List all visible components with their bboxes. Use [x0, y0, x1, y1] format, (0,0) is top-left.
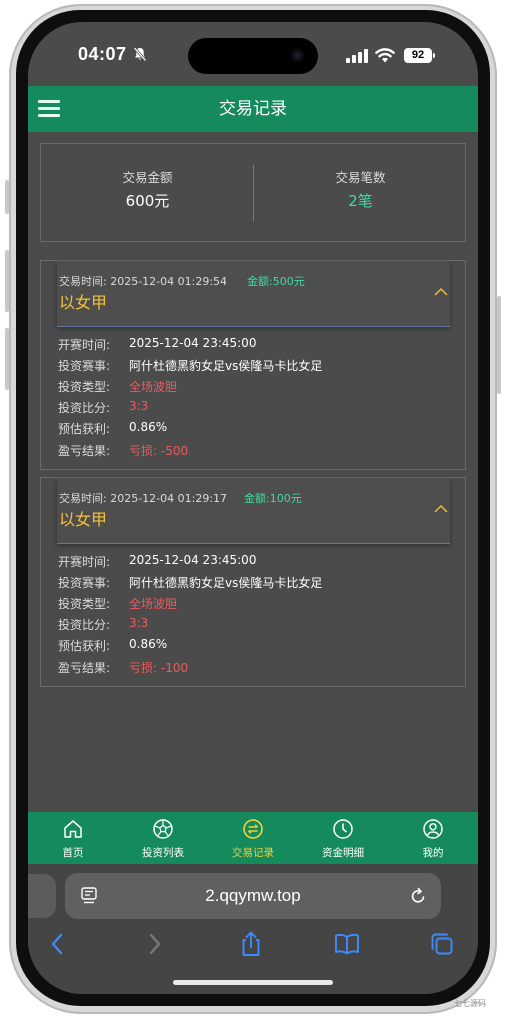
tab-funds[interactable]: 资金明细 — [298, 812, 388, 864]
reload-icon[interactable] — [408, 886, 428, 906]
watermark: 七七源码 — [454, 999, 486, 1008]
tab-label: 投资列表 — [142, 847, 184, 859]
tab-profile[interactable]: 我的 — [388, 812, 478, 864]
row-key: 开赛时间: — [58, 338, 111, 352]
row-key: 预估获利: — [58, 422, 111, 436]
camera-icon — [291, 49, 304, 62]
volume-up-button — [5, 250, 9, 312]
forward-icon[interactable] — [140, 930, 168, 958]
bookmarks-icon[interactable] — [333, 930, 361, 958]
row-value: 3:3 — [129, 616, 149, 630]
chevron-up-icon[interactable] — [434, 504, 448, 514]
row-value: 阿什杜德黑豹女足vs侯隆马卡比女足 — [129, 359, 323, 373]
count-summary: 交易笔数 2笔 — [254, 144, 467, 241]
power-button — [497, 296, 501, 394]
share-icon[interactable] — [237, 930, 265, 958]
record-time: 交易时间: 2025-12-04 01:29:54 — [59, 275, 228, 288]
browser-toolbar: 2.qqymw.top — [28, 864, 478, 994]
row-value: 2025-12-04 23:45:00 — [129, 336, 257, 350]
bell-muted-icon — [133, 47, 147, 62]
status-time: 04:07 — [78, 44, 127, 64]
row-key: 投资比分: — [58, 618, 111, 632]
row-key: 开赛时间: — [58, 555, 111, 569]
row-key: 投资类型: — [58, 597, 111, 611]
row-value: 2025-12-04 23:45:00 — [129, 553, 257, 567]
tab-home[interactable]: 首页 — [28, 812, 118, 864]
amount-summary: 交易金额 600元 — [41, 144, 254, 241]
row-key: 预估获利: — [58, 639, 111, 653]
row-key: 投资赛事: — [58, 576, 111, 590]
row-value: 全场波胆 — [129, 597, 178, 611]
home-icon — [64, 820, 82, 838]
page-title: 交易记录 — [219, 99, 287, 119]
status-bar: 04:07 92 — [28, 22, 478, 86]
url-text: 2.qqymw.top — [205, 886, 301, 905]
row-value: 亏损: -500 — [129, 444, 189, 458]
record-time: 交易时间: 2025-12-04 01:29:17 — [59, 492, 228, 505]
row-key: 盈亏结果: — [58, 444, 111, 458]
record-card: 交易时间: 2025-12-04 01:29:17 金额:100元 以女甲 开赛… — [40, 477, 466, 687]
row-key: 投资类型: — [58, 380, 111, 394]
amount-value: 600元 — [125, 192, 170, 210]
previous-tab[interactable] — [28, 874, 56, 918]
count-value: 2笔 — [348, 192, 373, 210]
exchange-icon — [243, 819, 263, 839]
menu-icon[interactable] — [38, 98, 60, 118]
tab-label: 我的 — [422, 847, 444, 859]
action-button — [5, 180, 9, 214]
app-header: 交易记录 — [28, 86, 478, 132]
wifi-icon — [375, 48, 395, 63]
battery-tip — [433, 53, 435, 58]
tab-bar: 首页 投资列表 交易记录 资金明细 我的 — [28, 812, 478, 864]
row-value: 3:3 — [129, 399, 149, 413]
dynamic-island — [188, 38, 318, 74]
screen: 04:07 92 交易记录 交易金额 600元 交易笔数 2笔 交易时间: 20… — [28, 22, 478, 994]
amount-label: 交易金额 — [122, 170, 173, 185]
summary-card: 交易金额 600元 交易笔数 2笔 — [40, 143, 466, 242]
tabs-icon[interactable] — [428, 930, 456, 958]
tab-label: 资金明细 — [322, 847, 364, 859]
record-amount: 金额:100元 — [244, 492, 302, 505]
tab-transactions[interactable]: 交易记录 — [208, 812, 298, 864]
row-value: 阿什杜德黑豹女足vs侯隆马卡比女足 — [129, 576, 323, 590]
clock-icon — [333, 819, 353, 839]
record-header[interactable]: 交易时间: 2025-12-04 01:29:54 金额:500元 以女甲 — [57, 261, 450, 327]
soccer-ball-icon — [153, 819, 173, 839]
chevron-up-icon[interactable] — [434, 287, 448, 297]
record-header[interactable]: 交易时间: 2025-12-04 01:29:17 金额:100元 以女甲 — [57, 478, 450, 544]
address-bar[interactable]: 2.qqymw.top — [65, 873, 441, 919]
tab-investments[interactable]: 投资列表 — [118, 812, 208, 864]
row-value: 0.86% — [129, 420, 168, 434]
back-icon[interactable] — [44, 930, 72, 958]
volume-down-button — [5, 328, 9, 390]
row-key: 盈亏结果: — [58, 661, 111, 675]
count-label: 交易笔数 — [335, 170, 386, 185]
tab-label: 交易记录 — [232, 847, 274, 859]
user-icon — [423, 819, 443, 839]
row-value: 亏损: -100 — [129, 661, 189, 675]
row-key: 投资赛事: — [58, 359, 111, 373]
record-title: 以女甲 — [59, 510, 108, 529]
record-card: 交易时间: 2025-12-04 01:29:54 金额:500元 以女甲 开赛… — [40, 260, 466, 470]
row-key: 投资比分: — [58, 401, 111, 415]
battery-indicator: 92 — [404, 48, 432, 63]
record-title: 以女甲 — [59, 293, 108, 312]
row-value: 全场波胆 — [129, 380, 178, 394]
record-amount: 金额:500元 — [247, 275, 305, 288]
row-value: 0.86% — [129, 637, 168, 651]
signal-icon — [346, 49, 368, 63]
home-indicator — [173, 980, 333, 985]
tab-label: 首页 — [62, 847, 84, 859]
